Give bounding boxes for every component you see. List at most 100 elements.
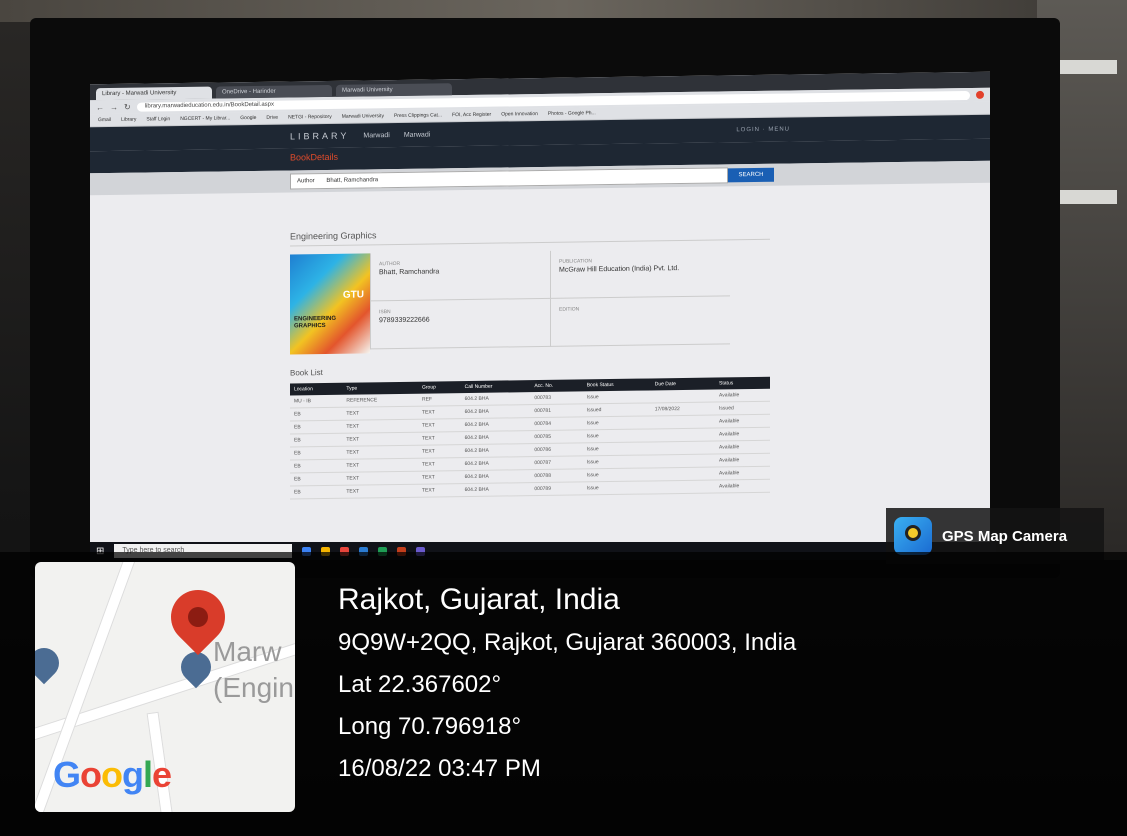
map-place-label: Marw (Engin (213, 636, 294, 703)
bookmark-item[interactable]: Library (121, 117, 136, 123)
table-cell: TEXT (417, 457, 461, 472)
table-cell: 604.2 BHA (460, 417, 531, 432)
column-header: Acc. No. (530, 379, 583, 393)
table-cell: Available (715, 388, 770, 403)
book-title: Engineering Graphics (290, 224, 770, 247)
table-cell: 000781 (530, 403, 583, 418)
booklist-heading: Book List (290, 368, 323, 378)
table-cell: TEXT (342, 406, 418, 421)
cover-title: ENGINEERING GRAPHICS (294, 315, 337, 330)
tab-marwadi[interactable]: Marwadi University (336, 83, 452, 97)
table-cell: 604.2 BHA (460, 482, 531, 497)
campus-pin-icon (35, 641, 66, 685)
column-header: Call Number (460, 380, 531, 394)
map-thumbnail: Marw (Engin Google (35, 562, 295, 812)
search-button[interactable]: SEARCH (728, 167, 774, 183)
table-cell: Issue (582, 467, 651, 482)
tab-library[interactable]: Library - Marwadi University (96, 86, 212, 101)
table-cell: TEXT (342, 484, 418, 499)
table-cell: Issued (582, 402, 651, 417)
bookmark-item[interactable]: Drive (266, 115, 278, 121)
table-cell: 604.2 BHA (460, 456, 531, 471)
table-cell: EB (290, 420, 343, 434)
bookmark-item[interactable]: NETGI - Repository (288, 114, 332, 121)
location-info: Rajkot, Gujarat, India 9Q9W+2QQ, Rajkot,… (338, 578, 796, 790)
monitor-screen: Library - Marwadi University OneDrive - … (90, 71, 990, 555)
bookmark-item[interactable]: Marwadi University (342, 113, 384, 120)
table-cell: 000787 (530, 455, 583, 470)
table-cell: Available (715, 414, 770, 429)
table-cell: Available (715, 453, 770, 468)
bookmark-item[interactable]: Gmail (98, 117, 111, 123)
back-icon[interactable]: ← (96, 103, 104, 112)
location-city: Rajkot, Gujarat, India (338, 583, 620, 616)
publication-cell: PUBLICATION McGraw Hill Education (India)… (550, 248, 730, 299)
search-query: Bhatt, Ramchandra (326, 177, 379, 184)
table-cell: TEXT (342, 445, 418, 460)
search-type-select[interactable]: Author (297, 178, 315, 184)
bookmark-item[interactable]: NGCERT - My Librar... (180, 115, 230, 122)
isbn-value: 9789339222666 (379, 316, 430, 325)
book-meta: AUTHOR Bhatt, Ramchandra PUBLICATION McGra… (370, 248, 730, 353)
table-cell: 17/08/2022 (650, 402, 716, 416)
table-cell: EB (290, 459, 343, 473)
forward-icon[interactable]: → (110, 102, 118, 111)
site-logo-2: Marwadi (403, 131, 431, 139)
table-cell: Issue (582, 428, 651, 443)
table-cell: 000784 (530, 416, 583, 431)
table-cell: Issue (582, 390, 651, 404)
author-value: Bhatt, Ramchandra (379, 268, 440, 277)
reload-icon[interactable]: ↻ (124, 102, 131, 111)
location-address: 9Q9W+2QQ, Rajkot, Gujarat 360003, India (338, 629, 797, 656)
table-cell (650, 480, 716, 494)
bookmark-item[interactable]: Photos - Google Ph... (548, 110, 596, 117)
table-cell: Issue (582, 480, 651, 495)
table-cell: MU - IB (290, 394, 343, 408)
book-detail: Engineering Graphics GTU ENGINEERING GRA… (290, 224, 770, 500)
table-cell: TEXT (342, 458, 418, 473)
column-header: Group (417, 381, 461, 394)
table-cell: TEXT (342, 432, 418, 447)
table-cell: EB (290, 472, 343, 486)
table-cell: Issue (582, 454, 651, 469)
column-header: Type (342, 381, 418, 395)
profile-avatar[interactable] (976, 90, 984, 99)
column-header: Status (715, 376, 770, 390)
location-latitude: Lat 22.367602° (338, 671, 502, 698)
tab-onedrive[interactable]: OneDrive - Harinder (216, 84, 332, 99)
table-cell: EB (290, 433, 343, 447)
column-header: Location (290, 382, 343, 396)
table-cell: TEXT (342, 471, 418, 486)
bookmark-item[interactable]: FOI, Acc Register (452, 112, 491, 119)
table-cell (650, 441, 716, 455)
table-cell: Available (715, 466, 770, 481)
bookmark-item[interactable]: Press Clippings Cat... (394, 112, 442, 119)
table-cell: 000786 (530, 442, 583, 457)
site-brand[interactable]: LIBRARY (290, 131, 349, 142)
table-cell: EB (290, 407, 343, 421)
column-header: Due Date (650, 377, 716, 391)
table-cell: REF (417, 393, 461, 407)
table-cell: 604.2 BHA (460, 469, 531, 484)
table-cell (650, 428, 716, 442)
search-input[interactable]: Author Bhatt, Ramchandra (290, 167, 728, 190)
table-cell: TEXT (342, 419, 418, 434)
table-cell (650, 389, 716, 403)
table-cell: REFERENCE (342, 393, 418, 408)
table-cell: TEXT (417, 470, 461, 485)
bookmark-item[interactable]: Open Innovation (501, 111, 538, 118)
edition-label: EDITION (559, 306, 580, 313)
edition-cell: EDITION (550, 296, 730, 347)
table-cell: 604.2 BHA (460, 404, 531, 419)
table-cell (650, 467, 716, 481)
bookmark-item[interactable]: Staff Login (146, 116, 170, 122)
table-cell: 604.2 BHA (460, 443, 531, 458)
book-info: GTU ENGINEERING GRAPHICS AUTHOR Bhatt, Ra… (290, 248, 770, 355)
login-menu[interactable]: LOGIN · MENU (736, 127, 790, 134)
photo-background: Library - Marwadi University OneDrive - … (0, 0, 1127, 836)
table-cell: TEXT (417, 483, 461, 498)
location-datetime: 16/08/22 03:47 PM (338, 755, 541, 782)
publication-label: PUBLICATION (559, 258, 592, 265)
bookmark-item[interactable]: Google (240, 115, 256, 121)
table-cell (650, 415, 716, 429)
